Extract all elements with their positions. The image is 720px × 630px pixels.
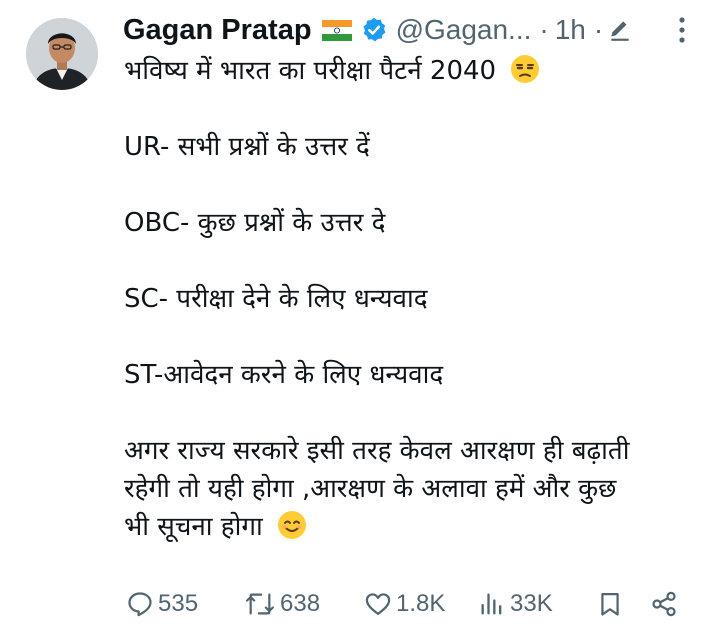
tweet-card: Gagan Pratap @Gagan... · 1h · भविष्य में… [0,0,720,630]
heart-icon [365,593,391,616]
repost-button[interactable]: 638 [244,584,320,624]
author-name[interactable]: Gagan Pratap [123,14,312,47]
views-chart-icon [481,593,502,615]
more-vertical-icon[interactable] [672,12,692,48]
text-line-end: भी सूचना होगा [124,512,263,542]
view-count: 33K [510,590,553,617]
text-line: भी सूचना होगा [124,508,704,546]
tweet-text: भविष्य में भारत का परीक्षा पैटर्न 2040 U… [124,52,704,546]
text-line: भविष्य में भारत का परीक्षा पैटर्न 2040 [124,52,704,90]
bookmark-button[interactable] [596,584,624,624]
tweet-header: Gagan Pratap @Gagan... · 1h · [123,10,633,50]
reply-icon [128,592,152,617]
pencil-icon[interactable] [607,17,633,43]
separator-dot: · [539,14,549,45]
reply-count: 535 [158,590,199,617]
post-time[interactable]: 1h [555,14,586,46]
verified-badge-icon[interactable] [360,16,388,44]
repost-icon [246,593,274,615]
text-line: रहेगी तो यही होगा ,आरक्षण के अलावा हमें … [124,474,617,504]
text-line: SC- परीक्षा देने के लिए धन्यवाद [124,284,428,314]
separator-dot: · [593,14,604,45]
text-line-title: भविष्य में भारत का परीक्षा पैटर्न 2040 [124,56,497,86]
smiling-face-emoji-icon [277,510,307,540]
repost-count: 638 [280,590,321,617]
author-handle[interactable]: @Gagan... [396,14,532,46]
text-line: UR- सभी प्रश्नों के उत्तर दें [124,132,370,162]
views-button[interactable]: 33K [478,584,553,624]
unamused-face-emoji-icon [510,54,540,84]
like-count: 1.8K [396,590,446,617]
bookmark-icon [601,592,619,616]
text-line: ST-आवेदन करने के लिए धन्यवाद [124,360,444,390]
text-line: अगर राज्य सरकारे इसी तरह केवल आरक्षण ही … [124,436,630,466]
india-flag-icon [321,19,352,41]
like-button[interactable]: 1.8K [364,584,445,624]
action-bar: 535 638 1.8K 33K [120,584,700,624]
text-line: OBC- कुछ प्रश्नों के उत्तर दे [124,208,386,238]
share-button[interactable] [650,584,678,624]
avatar[interactable] [26,18,98,90]
share-icon [652,591,676,617]
reply-button[interactable]: 535 [126,584,198,624]
